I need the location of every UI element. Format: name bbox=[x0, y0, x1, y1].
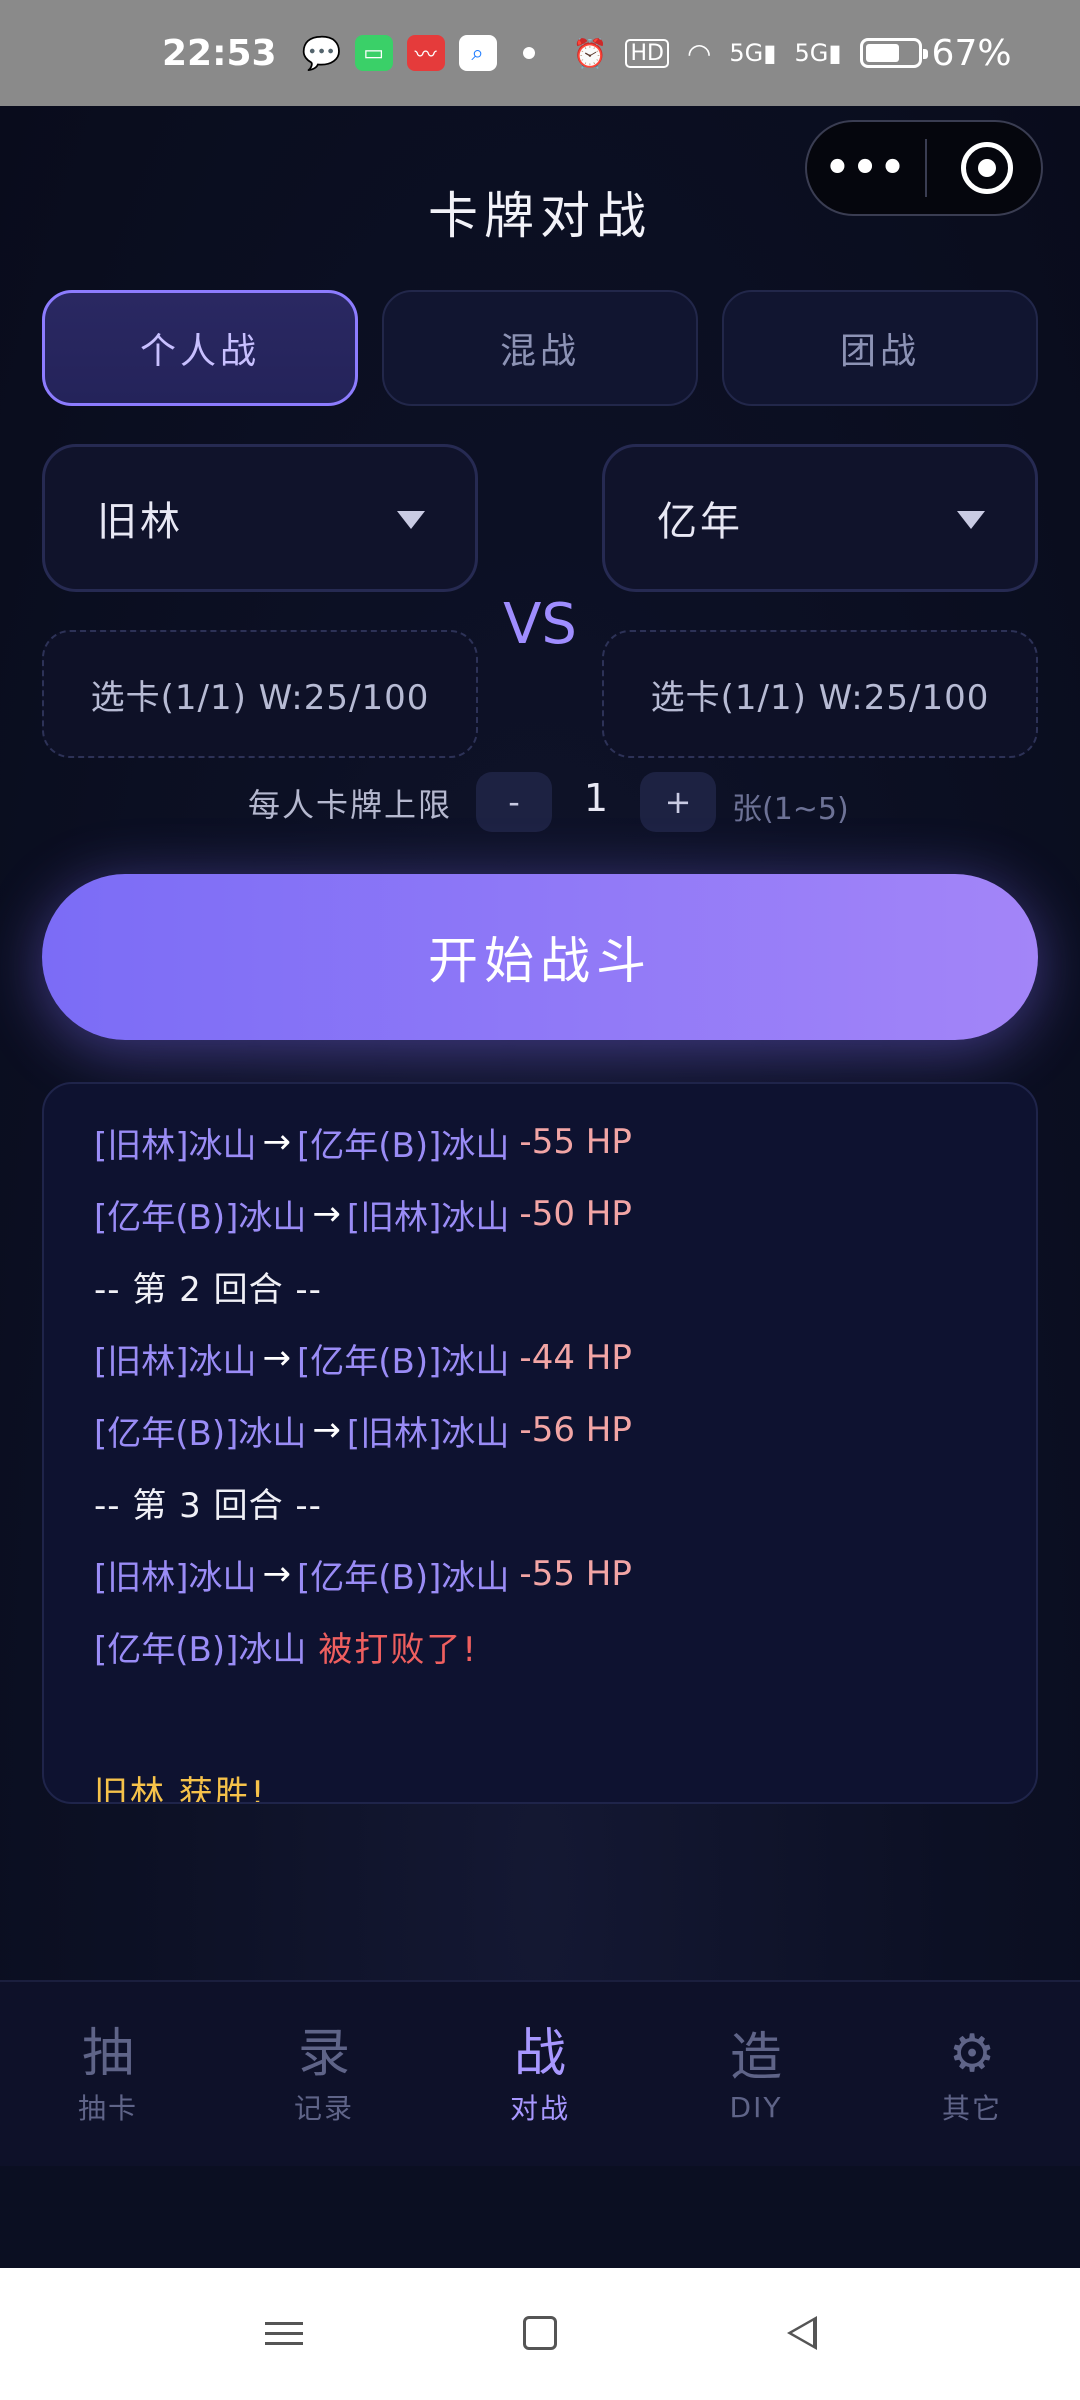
alarm-icon: ⏰ bbox=[572, 36, 608, 70]
log-target: [旧林]冰山 bbox=[346, 1413, 510, 1454]
log-attacker: [旧林]冰山 bbox=[94, 1557, 257, 1598]
battle-log: [旧林]冰山 → [亿年(B)]冰山 -55 HP [亿年(B)]冰山 → [旧林]冰山 -5… bbox=[42, 1082, 1038, 1804]
nav-item-battle[interactable]: 战 对战 bbox=[432, 1982, 648, 2168]
signal-5g-icon: 5G▮ bbox=[794, 39, 842, 67]
log-line: 旧林 获胜! bbox=[94, 1754, 1036, 1804]
left-card-pick-button[interactable]: 选卡(1/1) W:25/100 bbox=[42, 630, 478, 758]
nav-item-other[interactable]: ⚙ 其它 bbox=[864, 1982, 1080, 2168]
tab-melee[interactable]: 混战 bbox=[382, 290, 698, 406]
log-defeat-text: 被打败了! bbox=[318, 1629, 479, 1670]
log-attacker: [旧林]冰山 bbox=[94, 1341, 257, 1382]
battery-icon bbox=[859, 38, 928, 68]
right-card-pick-button[interactable]: 选卡(1/1) W:25/100 bbox=[602, 630, 1038, 758]
log-arrow: → bbox=[262, 1122, 292, 1162]
battery-percent: 67% bbox=[931, 32, 1012, 74]
log-line: -- 第 3 回合 -- bbox=[94, 1466, 1036, 1538]
log-line: [旧林]冰山 → [亿年(B)]冰山 -55 HP bbox=[94, 1106, 1036, 1178]
log-attacker: [亿年(B)]冰山 bbox=[94, 1197, 307, 1238]
log-arrow: → bbox=[312, 1410, 341, 1450]
right-player-select[interactable]: 亿年 bbox=[602, 444, 1038, 592]
messages-icon: ▭ bbox=[354, 35, 393, 71]
tab-individual[interactable]: 个人战 bbox=[42, 290, 358, 406]
records-icon: 录 bbox=[297, 2024, 350, 2084]
increment-button[interactable]: + bbox=[640, 772, 716, 832]
log-target: [亿年(B)]冰山 bbox=[297, 1557, 510, 1598]
system-nav-bar bbox=[0, 2268, 1080, 2400]
log-line: [旧林]冰山 → [亿年(B)]冰山 -55 HP bbox=[94, 1538, 1036, 1610]
gear-icon: ⚙ bbox=[948, 2024, 996, 2084]
log-damage: -55 HP bbox=[519, 1554, 632, 1594]
left-player-select[interactable]: 旧林 bbox=[42, 444, 478, 592]
search-app-icon: ⌕ bbox=[458, 35, 497, 71]
log-line: [亿年(B)]冰山 → [旧林]冰山 -50 HP bbox=[94, 1178, 1036, 1250]
log-line: -- 第 2 回合 -- bbox=[94, 1250, 1036, 1322]
wechat-icon: 💬 bbox=[301, 34, 342, 72]
log-arrow: → bbox=[312, 1194, 341, 1234]
signal-5g-icon: 5G▮ bbox=[729, 39, 777, 67]
log-attacker: [亿年(B)]冰山 bbox=[94, 1413, 307, 1454]
draw-icon: 抽 bbox=[81, 2024, 134, 2084]
log-defeated-unit: [亿年(B)]冰山 bbox=[94, 1629, 307, 1670]
app-screen: ••• 卡牌对战 个人战 混战 团战 旧林 VS 亿年 选卡(1/1) W:25… bbox=[0, 106, 1080, 2086]
diy-icon: 造 bbox=[729, 2027, 782, 2088]
log-damage: -44 HP bbox=[519, 1338, 632, 1378]
log-round-header: -- 第 3 回合 -- bbox=[94, 1485, 322, 1526]
start-battle-button[interactable]: 开始战斗 bbox=[42, 874, 1038, 1040]
stock-app-icon: 〰 bbox=[406, 35, 445, 71]
log-round-header: -- 第 2 回合 -- bbox=[94, 1269, 322, 1310]
log-attacker: [旧林]冰山 bbox=[94, 1125, 257, 1166]
log-line: [亿年(B)]冰山 → [旧林]冰山 -56 HP bbox=[94, 1394, 1036, 1466]
log-damage: -50 HP bbox=[519, 1194, 632, 1234]
card-limit-unit: 张(1~5) bbox=[732, 792, 849, 827]
nav-label: 对战 bbox=[509, 2092, 570, 2125]
mode-tabs: 个人战 混战 团战 bbox=[42, 290, 1038, 406]
log-target: [亿年(B)]冰山 bbox=[297, 1125, 510, 1166]
vs-label: VS bbox=[503, 592, 577, 657]
tab-team[interactable]: 团战 bbox=[722, 290, 1038, 406]
back-icon[interactable] bbox=[772, 2308, 832, 2358]
card-limit-row: 每人卡牌上限 - 1 + 张(1~5) bbox=[0, 772, 1080, 836]
page-title: 卡牌对战 bbox=[428, 187, 652, 245]
chevron-down-icon bbox=[957, 511, 985, 529]
log-damage: -55 HP bbox=[519, 1122, 632, 1162]
menu-icon[interactable] bbox=[254, 2308, 314, 2358]
status-bar: 22:53 💬 ▭ 〰 ⌕ ⏰ HD ◠ 5G▮ 5G▮ 67% bbox=[0, 0, 1080, 106]
nav-label: 记录 bbox=[293, 2092, 354, 2125]
notification-dot-icon bbox=[522, 47, 535, 59]
log-arrow: → bbox=[262, 1338, 292, 1378]
wifi-icon: ◠ bbox=[686, 36, 712, 70]
nav-item-draw[interactable]: 抽 抽卡 bbox=[0, 1982, 216, 2168]
battle-icon: 战 bbox=[513, 2024, 566, 2084]
nav-item-records[interactable]: 录 记录 bbox=[216, 1982, 432, 2168]
nav-item-diy[interactable]: 造 DIY bbox=[648, 1982, 864, 2168]
log-line: [亿年(B)]冰山 被打败了! bbox=[94, 1610, 1036, 1682]
nav-label: DIY bbox=[729, 2090, 783, 2124]
log-winner: 旧林 获胜! bbox=[94, 1773, 267, 1804]
card-limit-label: 每人卡牌上限 bbox=[248, 786, 453, 824]
home-icon[interactable] bbox=[510, 2308, 570, 2358]
log-target: [旧林]冰山 bbox=[346, 1197, 510, 1238]
chevron-down-icon bbox=[397, 511, 425, 529]
left-player-name: 旧林 bbox=[97, 499, 183, 545]
status-time: 22:53 bbox=[162, 32, 277, 74]
nav-label: 抽卡 bbox=[77, 2092, 138, 2125]
decrement-button[interactable]: - bbox=[476, 772, 552, 832]
log-target: [亿年(B)]冰山 bbox=[297, 1341, 510, 1382]
nav-label: 其它 bbox=[941, 2092, 1002, 2125]
right-player-name: 亿年 bbox=[657, 499, 743, 545]
log-line: [旧林]冰山 → [亿年(B)]冰山 -44 HP bbox=[94, 1322, 1036, 1394]
log-arrow: → bbox=[262, 1554, 292, 1594]
card-limit-value: 1 bbox=[583, 776, 609, 820]
bottom-nav: 抽 抽卡 录 记录 战 对战 造 DIY ⚙ 其它 bbox=[0, 1980, 1080, 2166]
log-damage: -56 HP bbox=[519, 1410, 632, 1450]
hd-icon: HD bbox=[625, 38, 669, 68]
